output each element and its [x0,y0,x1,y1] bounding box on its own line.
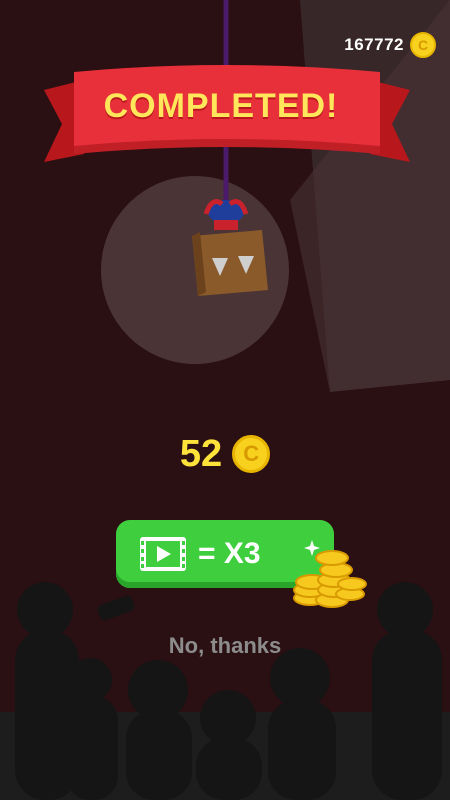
cardboard-box [192,230,268,296]
reward-value: 52 [179,432,223,475]
coin-icon: C [410,32,436,58]
completed-title: COMPLETED! [103,87,339,125]
crowd-silhouettes [15,582,442,800]
coin-balance: 167772 C [344,30,436,60]
no-thanks-button[interactable]: No, thanks [0,628,450,664]
video-icon [140,537,186,571]
coin-balance-value: 167772 [344,35,404,54]
coin-stack-icon [293,540,367,608]
reward-coin-icon: C [232,435,271,473]
reward-amount: 52 C [0,430,450,478]
game-scene: COMPLETED! 167772 C 52 C = X3 No, thanks [0,0,450,800]
ad-multiplier-label: = X3 [198,537,261,570]
